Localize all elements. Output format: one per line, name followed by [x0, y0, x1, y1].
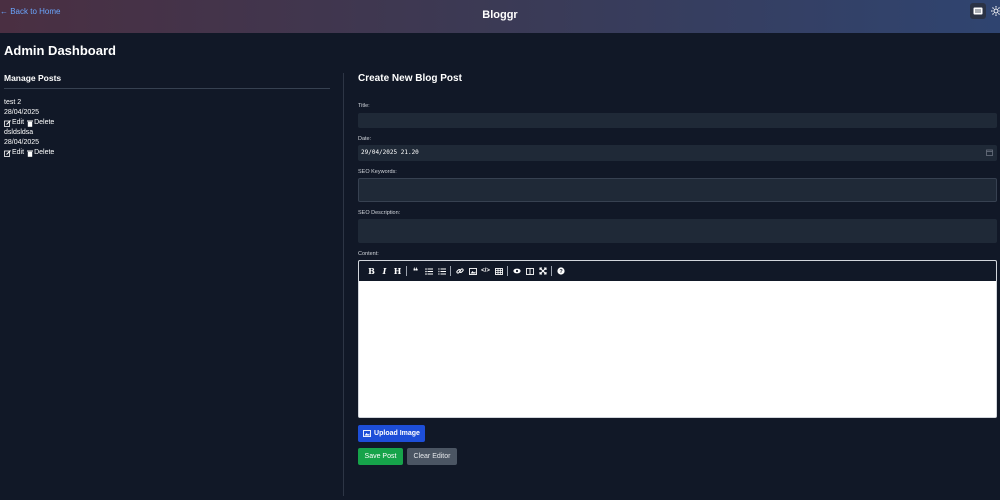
fullscreen-button[interactable]: [536, 265, 549, 278]
edit-label: Edit: [12, 149, 25, 156]
italic-icon: I: [382, 266, 387, 276]
italic-button[interactable]: I: [378, 265, 391, 278]
post-title: test 2: [4, 99, 22, 106]
clear-editor-button[interactable]: Clear Editor: [407, 448, 457, 465]
date-label: Date:: [358, 136, 372, 142]
list-item: test 2 28/04/2025 Edit Delete: [4, 98, 330, 128]
bold-icon: B: [368, 266, 375, 276]
date-value: 29/04/2025 21.20: [361, 149, 419, 156]
quote-button[interactable]: ❝: [409, 265, 422, 278]
book-icon: [973, 7, 983, 15]
toolbar-separator: [450, 266, 451, 276]
help-icon: ?: [556, 267, 565, 275]
title-input[interactable]: [358, 113, 997, 128]
manage-posts-panel: Manage Posts test 2 28/04/2025 Edit Dele…: [4, 73, 330, 158]
calendar-icon: [986, 149, 993, 156]
page-title: Admin Dashboard: [4, 43, 116, 58]
theme-toggle-button[interactable]: [970, 3, 986, 19]
seo-keywords-label: SEO Keywords:: [358, 169, 397, 175]
image-icon: [363, 430, 371, 437]
bold-button[interactable]: B: [365, 265, 378, 278]
manage-posts-title: Manage Posts: [4, 73, 330, 89]
unordered-list-icon: [424, 267, 433, 275]
list-item: dsldsldsa 28/04/2025 Edit Delete: [4, 128, 330, 158]
post-date: 28/04/2025: [4, 109, 40, 116]
top-header: ← Back to Home Bloggr: [0, 0, 1000, 33]
trash-icon: [27, 120, 34, 127]
delete-button[interactable]: Delete: [27, 148, 54, 158]
edit-label: Edit: [12, 119, 25, 126]
help-button[interactable]: ?: [554, 265, 567, 278]
date-input[interactable]: 29/04/2025 21.20: [358, 145, 997, 161]
link-icon: [455, 268, 464, 274]
unordered-list-button[interactable]: [422, 265, 435, 278]
brand-title: Bloggr: [482, 9, 518, 21]
edit-icon: [4, 119, 11, 127]
post-title: dsldsldsa: [4, 129, 34, 136]
content-label: Content:: [358, 251, 379, 257]
delete-label: Delete: [34, 119, 55, 126]
delete-label: Delete: [34, 149, 55, 156]
edit-button[interactable]: Edit: [4, 118, 24, 128]
image-icon: [468, 267, 477, 275]
editor-toolbar: B I H ❝ </> ?: [359, 261, 996, 281]
fullscreen-icon: [538, 267, 547, 275]
markdown-editor: B I H ❝ </> ?: [358, 260, 997, 418]
preview-icon: [512, 268, 521, 274]
table-button[interactable]: [492, 265, 505, 278]
heading-icon: H: [393, 266, 402, 276]
quote-icon: ❝: [412, 265, 419, 276]
link-button[interactable]: [453, 265, 466, 278]
table-icon: [494, 267, 503, 275]
toolbar-separator: [507, 266, 508, 276]
panel-divider: [343, 73, 344, 496]
toolbar-separator: [551, 266, 552, 276]
side-by-side-button[interactable]: [523, 265, 536, 278]
toolbar-separator: [406, 266, 407, 276]
sun-icon: [991, 6, 1000, 16]
upload-image-label: Upload Image: [374, 430, 420, 437]
ordered-list-icon: [437, 267, 446, 275]
code-button[interactable]: </>: [479, 265, 492, 278]
side-by-side-icon: [525, 267, 534, 275]
settings-button[interactable]: [988, 3, 1000, 19]
image-button[interactable]: [466, 265, 479, 278]
preview-button[interactable]: [510, 265, 523, 278]
title-label: Title:: [358, 103, 370, 109]
delete-button[interactable]: Delete: [27, 118, 54, 128]
post-list: test 2 28/04/2025 Edit Delete dsldsldsa …: [4, 98, 330, 158]
create-post-title: Create New Blog Post: [358, 73, 462, 84]
edit-button[interactable]: Edit: [4, 148, 24, 158]
edit-icon: [4, 149, 11, 157]
ordered-list-button[interactable]: [435, 265, 448, 278]
seo-keywords-input[interactable]: [358, 178, 997, 202]
editor-content-area[interactable]: [359, 281, 996, 417]
post-date: 28/04/2025: [4, 139, 40, 146]
upload-image-button[interactable]: Upload Image: [358, 425, 425, 442]
seo-description-input[interactable]: [358, 219, 997, 243]
seo-description-label: SEO Description:: [358, 210, 401, 216]
heading-button[interactable]: H: [391, 265, 404, 278]
trash-icon: [27, 150, 34, 157]
code-icon: </>: [481, 268, 490, 274]
save-post-button[interactable]: Save Post: [358, 448, 403, 465]
